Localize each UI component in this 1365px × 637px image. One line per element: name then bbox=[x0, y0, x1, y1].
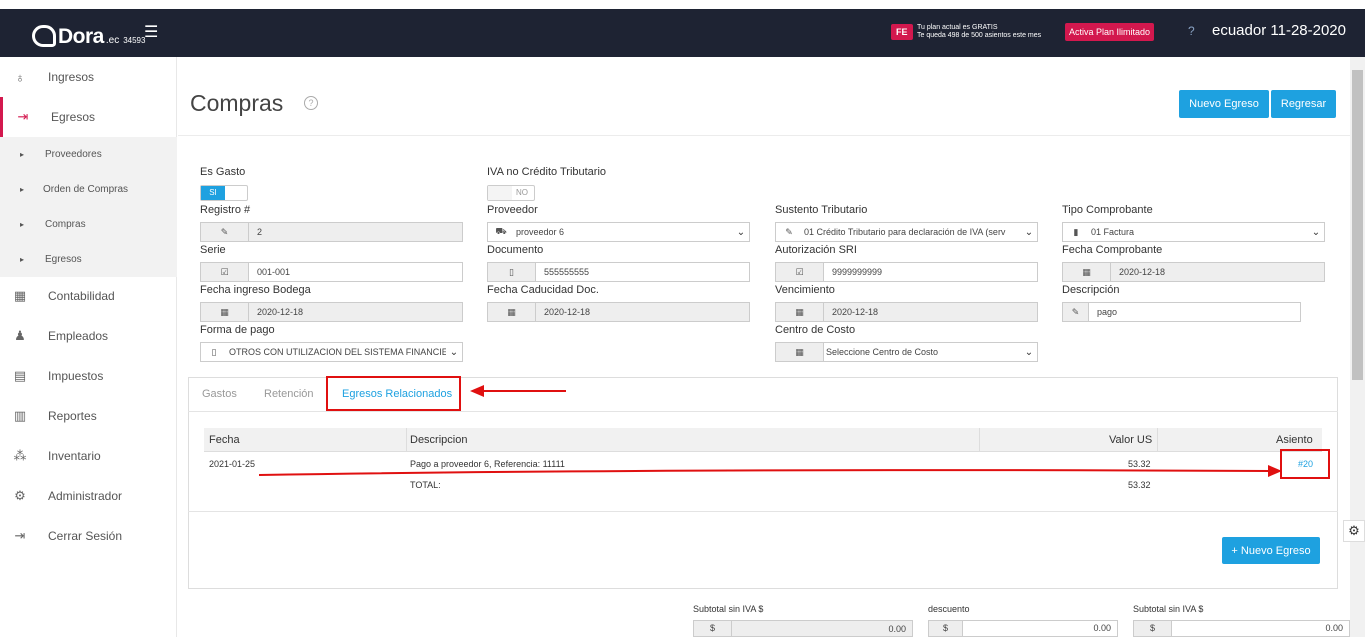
arrow-row-head bbox=[1268, 465, 1282, 477]
subtotal-sin-iva-2-field: $ 0.00 bbox=[1133, 620, 1350, 637]
currency-symbol: $ bbox=[1134, 621, 1172, 636]
currency-symbol: $ bbox=[929, 621, 963, 636]
descuento-value: 0.00 bbox=[963, 621, 1117, 636]
annotation-arrows bbox=[258, 385, 1282, 477]
subtotal-sin-iva-2-label: Subtotal sin IVA $ bbox=[1133, 604, 1204, 614]
scrollbar-thumb[interactable] bbox=[1352, 70, 1363, 380]
descuento-label: descuento bbox=[928, 604, 970, 614]
subtotal-sin-iva-field: $ 0.00 bbox=[693, 620, 913, 637]
arrow-row-line bbox=[258, 469, 1271, 476]
arrow-tab-head bbox=[470, 385, 484, 397]
currency-symbol: $ bbox=[694, 621, 732, 636]
settings-gear-icon[interactable]: ⚙ bbox=[1343, 520, 1365, 542]
subtotal-2-value: 0.00 bbox=[1172, 621, 1349, 636]
subtotal-value: 0.00 bbox=[888, 623, 906, 634]
subtotal-sin-iva-label: Subtotal sin IVA $ bbox=[693, 604, 764, 614]
descuento-input[interactable]: $ 0.00 bbox=[928, 620, 1118, 637]
